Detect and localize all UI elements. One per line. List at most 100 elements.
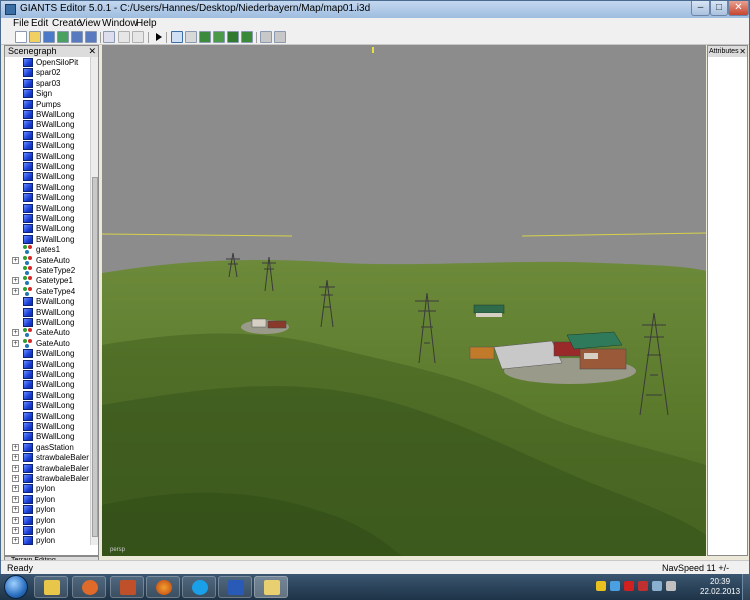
tree-node[interactable]: Sign — [5, 89, 90, 99]
taskbar-skype[interactable] — [182, 576, 216, 598]
tree-node[interactable]: + GateAuto — [5, 338, 90, 349]
tree-node[interactable]: + GateAuto — [5, 328, 90, 338]
tree-node[interactable]: BWallLong — [5, 203, 90, 214]
tree-node[interactable]: + strawbaleBaler — [5, 463, 90, 474]
expand-icon[interactable]: + — [12, 475, 19, 482]
tree-node[interactable]: BWallLong — [5, 234, 90, 245]
tree-node[interactable]: BWallLong — [5, 318, 90, 328]
taskbar-media-player[interactable] — [72, 576, 106, 598]
tree-node[interactable]: BWallLong — [5, 380, 90, 390]
expand-icon[interactable]: + — [12, 464, 19, 472]
menu-edit[interactable]: Edit — [31, 18, 48, 30]
scrollbar-thumb[interactable] — [92, 177, 98, 537]
save-icon[interactable] — [71, 31, 83, 43]
expand-icon[interactable]: + — [12, 443, 19, 451]
menu-view[interactable]: View — [79, 18, 101, 30]
scenegraph-tree[interactable]: OpenSiloPit spar02 spar03 Sign Pumps BWallLon… — [5, 57, 90, 545]
tray-network-icon[interactable] — [610, 581, 620, 591]
tree-node[interactable]: + pylon — [5, 515, 90, 526]
taskbar-app-3[interactable] — [110, 576, 144, 598]
tree-node[interactable]: + gasStation — [5, 442, 90, 453]
tray-app-icon[interactable] — [638, 581, 648, 591]
expand-icon[interactable]: + — [12, 516, 19, 524]
close-button[interactable]: ✕ — [728, 1, 749, 16]
cut-icon[interactable] — [103, 31, 115, 43]
tree-node[interactable]: GateType2 — [5, 266, 90, 276]
tree-node[interactable]: BWallLong — [5, 359, 90, 370]
tools-gear-icon[interactable] — [274, 31, 286, 43]
scenegraph-scrollbar[interactable] — [90, 57, 98, 545]
tree-node[interactable]: spar02 — [5, 68, 90, 78]
tree-node[interactable]: BWallLong — [5, 349, 90, 359]
tray-notification-icon[interactable] — [596, 581, 606, 591]
taskbar-firefox[interactable] — [146, 576, 180, 598]
taskbar-giants-editor[interactable] — [254, 576, 288, 598]
tree-node[interactable]: + GateAuto — [5, 255, 90, 266]
tree-node[interactable]: BWallLong — [5, 307, 90, 318]
show-desktop-button[interactable] — [742, 574, 750, 600]
tree-node[interactable]: BWallLong — [5, 172, 90, 182]
clock-date[interactable]: 22.02.2013 — [700, 587, 740, 596]
grass-paint-icon[interactable] — [241, 31, 253, 43]
tray-antivirus-icon[interactable] — [624, 581, 634, 591]
tree-node[interactable]: BWallLong — [5, 182, 90, 193]
tree-node[interactable]: BWallLong — [5, 422, 90, 432]
redo-icon[interactable] — [132, 31, 144, 43]
expand-icon[interactable]: + — [12, 527, 19, 534]
expand-icon[interactable]: + — [12, 329, 19, 337]
settings-gear-icon[interactable] — [260, 31, 272, 43]
terrain-sculpt-icon[interactable] — [199, 31, 211, 43]
tree-node[interactable]: + strawbaleBaler — [5, 453, 90, 463]
tree-node[interactable]: + pylon — [5, 536, 90, 545]
attributes-close-icon[interactable]: ✕ — [739, 46, 746, 57]
menu-window[interactable]: Window — [102, 18, 138, 30]
maximize-button[interactable]: □ — [710, 1, 728, 16]
tree-node[interactable]: OpenSiloPit — [5, 58, 90, 68]
save-as-icon[interactable] — [85, 31, 97, 43]
tree-node[interactable]: BWallLong — [5, 151, 90, 162]
tree-node[interactable]: BWallLong — [5, 214, 90, 224]
select-mode-icon[interactable] — [171, 31, 183, 43]
tree-node[interactable]: BWallLong — [5, 120, 90, 130]
minimize-button[interactable]: – — [691, 1, 710, 16]
foliage-paint-icon[interactable] — [227, 31, 239, 43]
tree-node[interactable]: + pylon — [5, 494, 90, 505]
tree-node[interactable]: + GateType4 — [5, 286, 90, 297]
tree-node[interactable]: BWallLong — [5, 193, 90, 203]
undo-icon[interactable] — [118, 31, 130, 43]
tray-signal-icon[interactable] — [652, 581, 662, 591]
tree-node[interactable]: + pylon — [5, 505, 90, 515]
taskbar-explorer[interactable] — [34, 576, 68, 598]
tree-node[interactable]: + pylon — [5, 484, 90, 494]
expand-icon[interactable]: + — [12, 495, 19, 503]
tree-node[interactable]: Pumps — [5, 99, 90, 110]
expand-icon[interactable]: + — [12, 277, 19, 285]
expand-icon[interactable]: + — [12, 339, 19, 347]
tree-node[interactable]: BWallLong — [5, 141, 90, 151]
new-file-icon[interactable] — [15, 31, 27, 43]
tree-node[interactable]: BWallLong — [5, 370, 90, 380]
tray-volume-icon[interactable] — [666, 581, 676, 591]
menu-help[interactable]: Help — [136, 18, 157, 30]
move-mode-icon[interactable] — [185, 31, 197, 43]
taskbar-word[interactable] — [218, 576, 252, 598]
scenegraph-close-icon[interactable]: ✕ — [88, 46, 96, 57]
tree-node[interactable]: + strawbaleBaler — [5, 474, 90, 484]
title-bar[interactable]: GIANTS Editor 5.0.1 - C:/Users/Hannes/De… — [1, 1, 749, 18]
tree-node[interactable]: BWallLong — [5, 130, 90, 141]
expand-icon[interactable]: + — [12, 485, 19, 493]
start-button[interactable] — [4, 575, 28, 599]
tree-node[interactable]: spar03 — [5, 78, 90, 89]
tree-node[interactable]: BWallLong — [5, 224, 90, 234]
tree-node[interactable]: BWallLong — [5, 411, 90, 422]
menu-file[interactable]: File — [13, 18, 29, 30]
clock-time[interactable]: 20:39 — [710, 577, 730, 586]
tree-node[interactable]: + pylon — [5, 526, 90, 536]
tree-node[interactable]: BWallLong — [5, 401, 90, 411]
expand-icon[interactable]: + — [12, 454, 19, 462]
refresh-icon[interactable] — [57, 31, 69, 43]
tree-node[interactable]: + Gatetype1 — [5, 276, 90, 286]
tree-node[interactable]: BWallLong — [5, 110, 90, 120]
expand-icon[interactable]: + — [12, 537, 19, 545]
tree-node[interactable]: BWallLong — [5, 297, 90, 307]
